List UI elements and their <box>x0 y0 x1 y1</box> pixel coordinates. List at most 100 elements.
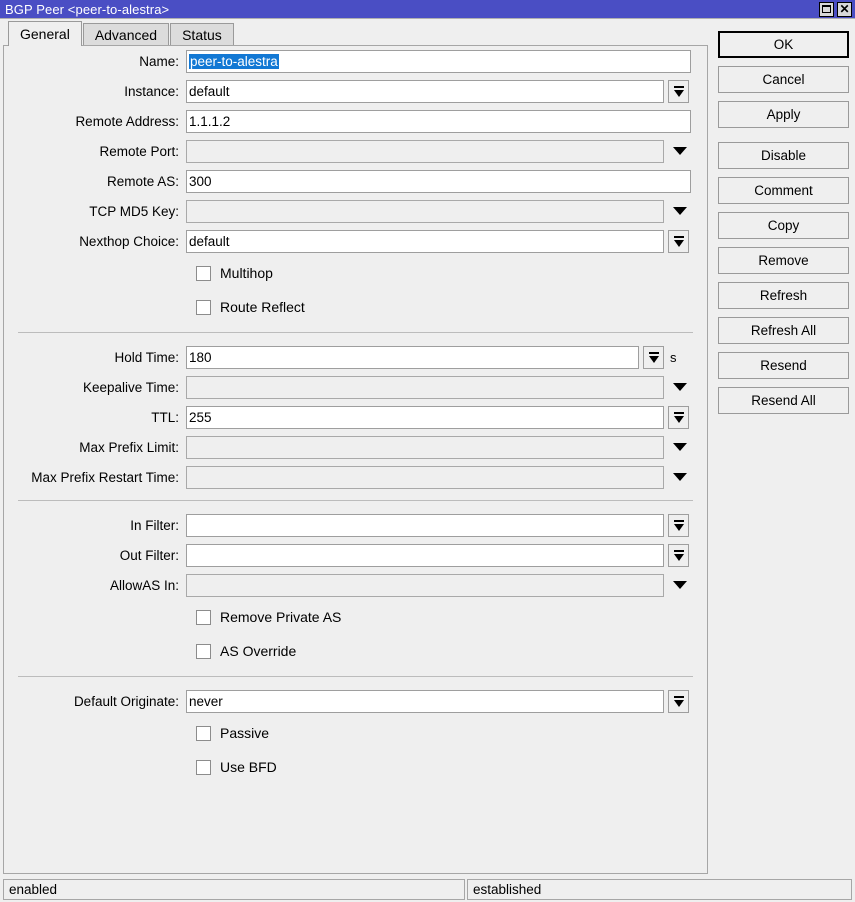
field-label: TCP MD5 Key: <box>4 204 186 219</box>
dropdown-arrow-tcp-md5-key[interactable] <box>669 200 691 223</box>
tab-advanced[interactable]: Advanced <box>83 23 169 46</box>
input-out-filter[interactable] <box>186 544 664 567</box>
input-remote-as[interactable]: 300 <box>186 170 691 193</box>
input-value: 1.1.1.2 <box>189 114 230 129</box>
field-row-nexthop-choice: Nexthop Choice:default <box>4 226 707 256</box>
ok-button[interactable]: OK <box>718 31 849 58</box>
chevron-down-icon <box>673 473 687 481</box>
button-label: Apply <box>767 107 801 122</box>
checkbox-row-as-override: AS Override <box>4 634 707 668</box>
dropdown-button-nexthop-choice[interactable] <box>668 230 689 253</box>
cancel-button[interactable]: Cancel <box>718 66 849 93</box>
chevron-down-icon <box>673 581 687 589</box>
bar-glyph <box>649 352 659 354</box>
chevron-down-icon <box>673 383 687 391</box>
close-window-button[interactable]: ✕ <box>837 2 852 17</box>
field-label: Max Prefix Restart Time: <box>4 470 186 485</box>
chevron-down-icon <box>674 240 684 247</box>
button-label: Resend All <box>751 393 816 408</box>
bar-glyph <box>674 412 684 414</box>
dropdown-arrow-max-prefix-restart-time[interactable] <box>669 466 691 489</box>
dropdown-arrow-keepalive-time[interactable] <box>669 376 691 399</box>
dropdown-button-instance[interactable] <box>668 80 689 103</box>
field-row-hold-time: Hold Time:180s <box>4 342 707 372</box>
checkbox-label: Remove Private AS <box>220 609 341 625</box>
input-value: 300 <box>189 174 212 189</box>
checkbox-label: Passive <box>220 725 269 741</box>
input-tcp-md5-key <box>186 200 664 223</box>
field-label: Remote Port: <box>4 144 186 159</box>
refresh-all-button[interactable]: Refresh All <box>718 317 849 344</box>
checkbox-remove-private-as[interactable] <box>196 610 211 625</box>
field-label: Default Originate: <box>4 694 186 709</box>
button-label: Resend <box>760 358 807 373</box>
field-row-default-originate: Default Originate:never <box>4 686 707 716</box>
tab-general[interactable]: General <box>8 21 82 46</box>
button-label: OK <box>774 37 794 52</box>
input-hold-time[interactable]: 180 <box>186 346 639 369</box>
dropdown-button-hold-time[interactable] <box>643 346 664 369</box>
field-row-remote-port: Remote Port: <box>4 136 707 166</box>
checkbox-multihop[interactable] <box>196 266 211 281</box>
field-row-out-filter: Out Filter: <box>4 540 707 570</box>
chevron-down-icon <box>674 700 684 707</box>
checkbox-route-reflect[interactable] <box>196 300 211 315</box>
chevron-down-icon <box>673 147 687 155</box>
input-instance[interactable]: default <box>186 80 664 103</box>
dropdown-arrow-remote-port[interactable] <box>669 140 691 163</box>
remove-button[interactable]: Remove <box>718 247 849 274</box>
chevron-down-icon <box>649 356 659 363</box>
input-in-filter[interactable] <box>186 514 664 537</box>
field-row-name: Name:peer-to-alestra <box>4 46 707 76</box>
section-divider <box>18 676 693 677</box>
refresh-button[interactable]: Refresh <box>718 282 849 309</box>
apply-button[interactable]: Apply <box>718 101 849 128</box>
dropdown-button-ttl[interactable] <box>668 406 689 429</box>
copy-button[interactable]: Copy <box>718 212 849 239</box>
resend-all-button[interactable]: Resend All <box>718 387 849 414</box>
close-icon: ✕ <box>839 4 849 15</box>
checkbox-as-override[interactable] <box>196 644 211 659</box>
checkbox-use-bfd[interactable] <box>196 760 211 775</box>
tab-label: General <box>20 26 70 42</box>
field-row-allowas-in: AllowAS In: <box>4 570 707 600</box>
dropdown-arrow-allowas-in[interactable] <box>669 574 691 597</box>
checkbox-passive[interactable] <box>196 726 211 741</box>
disable-button[interactable]: Disable <box>718 142 849 169</box>
dropdown-button-in-filter[interactable] <box>668 514 689 537</box>
checkbox-label: Use BFD <box>220 759 277 775</box>
input-value: peer-to-alestra <box>189 54 279 69</box>
section-divider <box>18 500 693 501</box>
dropdown-button-out-filter[interactable] <box>668 544 689 567</box>
window-titlebar: BGP Peer <peer-to-alestra> ✕ <box>0 0 855 19</box>
input-max-prefix-limit <box>186 436 664 459</box>
field-label: AllowAS In: <box>4 578 186 593</box>
chevron-down-icon <box>673 443 687 451</box>
status-bar: enabled established <box>3 879 852 900</box>
chevron-down-icon <box>674 524 684 531</box>
input-name[interactable]: peer-to-alestra <box>186 50 691 73</box>
input-remote-address[interactable]: 1.1.1.2 <box>186 110 691 133</box>
button-label: Refresh All <box>751 323 816 338</box>
field-label: Keepalive Time: <box>4 380 186 395</box>
input-nexthop-choice[interactable]: default <box>186 230 664 253</box>
input-default-originate[interactable]: never <box>186 690 664 713</box>
comment-button[interactable]: Comment <box>718 177 849 204</box>
resend-button[interactable]: Resend <box>718 352 849 379</box>
input-value: 255 <box>189 410 212 425</box>
dropdown-button-default-originate[interactable] <box>668 690 689 713</box>
checkbox-row-route-reflect: Route Reflect <box>4 290 707 324</box>
dropdown-arrow-max-prefix-limit[interactable] <box>669 436 691 459</box>
status-enabled-panel: enabled <box>3 879 465 900</box>
field-row-in-filter: In Filter: <box>4 510 707 540</box>
field-row-ttl: TTL:255 <box>4 402 707 432</box>
button-label: Cancel <box>762 72 804 87</box>
field-label: Instance: <box>4 84 186 99</box>
restore-window-button[interactable] <box>819 2 834 17</box>
chevron-down-icon <box>673 207 687 215</box>
bar-glyph <box>674 86 684 88</box>
tab-status[interactable]: Status <box>170 23 234 46</box>
chevron-down-icon <box>674 90 684 97</box>
field-label: TTL: <box>4 410 186 425</box>
input-ttl[interactable]: 255 <box>186 406 664 429</box>
